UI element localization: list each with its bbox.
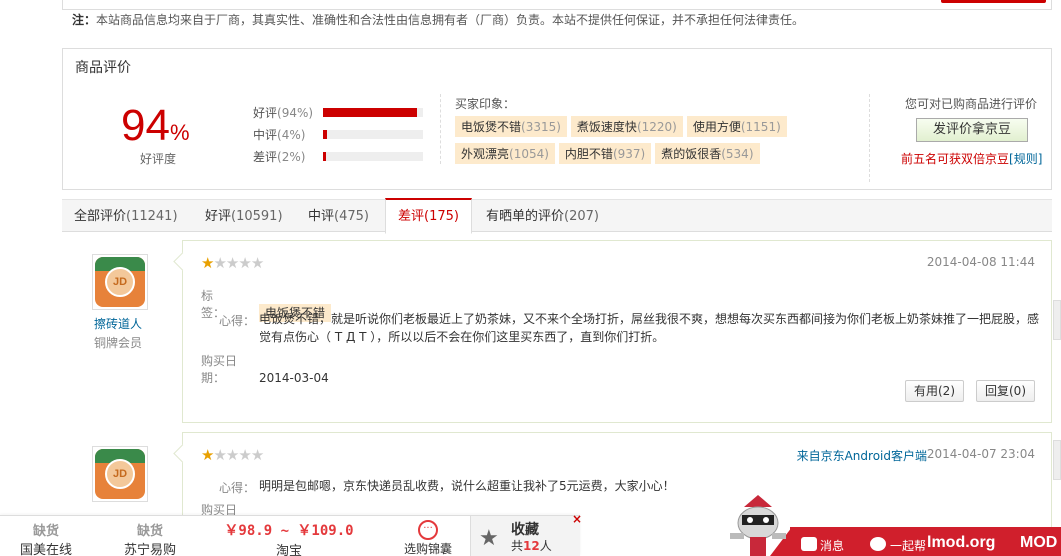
- review-date: 2014-04-07 23:04: [926, 447, 1035, 461]
- bar-track: [323, 107, 423, 117]
- content-key: 心得：: [218, 481, 255, 495]
- rating-bar-row: 中评(4%): [253, 123, 423, 145]
- reviewer: JD 擦砖道人 铜牌会员: [92, 254, 150, 351]
- review-card: ★★★★★ 2014-04-08 11:44 标 签： 电饭煲不错 心得： 电饭煲…: [182, 240, 1052, 423]
- review-source[interactable]: 来自京东Android客户端: [797, 447, 927, 464]
- bar-label: 中评(4%): [253, 127, 306, 142]
- price-compare-bar: 缺货 国美在线 缺货 苏宁易购 ￥98.9 ~ ￥109.0 淘宝 ··· 选购…: [0, 512, 582, 556]
- impression-tag[interactable]: 煮饭速度快(1220): [570, 116, 683, 137]
- price-item-suning[interactable]: 缺货 苏宁易购: [118, 516, 182, 556]
- impression-title: 买家印象：: [455, 97, 516, 111]
- reviewer: JD: [92, 446, 150, 502]
- divider: [440, 94, 441, 164]
- lmod-logo: lmod.org: [927, 534, 996, 551]
- tab-neutral[interactable]: 中评(475): [308, 200, 369, 233]
- rate-tip: 您可对已购商品进行评价: [905, 97, 1038, 111]
- star-filled-icon: ★: [201, 254, 214, 272]
- side-scroll-handle[interactable]: [1053, 300, 1061, 340]
- review-date: 2014-04-08 11:44: [926, 255, 1035, 269]
- star-filled-icon: ★: [201, 446, 214, 464]
- jd-coin-icon: JD: [105, 267, 135, 297]
- together-link[interactable]: 一起帮: [890, 537, 926, 554]
- star-rating: ★★★★★: [201, 446, 264, 464]
- mod-logo: MOD: [1020, 534, 1058, 551]
- bar-track: [323, 151, 423, 161]
- tab-all[interactable]: 全部评价(11241): [74, 200, 178, 233]
- shopping-guide[interactable]: ··· 选购锦囊: [398, 516, 458, 556]
- reviewer-name[interactable]: 擦砖道人: [86, 315, 150, 332]
- content-key: 心得：: [218, 314, 255, 328]
- impression-tag[interactable]: 内胆不错(937): [558, 143, 652, 164]
- bar-label: 好评(94%): [253, 105, 314, 120]
- good-rate-value: 94%: [121, 101, 190, 150]
- price-item-taobao[interactable]: ￥98.9 ~ ￥109.0 淘宝: [222, 516, 356, 556]
- bar-track: [323, 129, 423, 139]
- star-empty-icon: ★: [250, 446, 264, 464]
- star-empty-icon: ★: [225, 446, 239, 464]
- divider: [869, 94, 870, 182]
- tab-bad[interactable]: 差评(175): [385, 198, 472, 234]
- star-empty-icon: ★: [238, 254, 251, 272]
- rating-summary: 商品评价 94% 好评度 好评(94%) 中评(4%) 差评(2%) 买家印象： 电…: [62, 48, 1052, 190]
- disclaimer-notice: 注：本站商品信息均来自于厂商，其真实性、准确性和合法性由信息拥有者（厂商）负责。…: [72, 11, 804, 28]
- notice-text: 本站商品信息均来自于厂商，其真实性、准确性和合法性由信息拥有者（厂商）负责。本站…: [96, 13, 805, 27]
- message-icon[interactable]: [801, 537, 817, 551]
- side-scroll-handle[interactable]: [1053, 440, 1061, 480]
- chat-icon: ···: [418, 520, 438, 540]
- star-empty-icon: ★: [213, 254, 226, 272]
- write-review-button[interactable]: 发评价拿京豆: [916, 118, 1028, 142]
- top-panel-edge: [62, 0, 1052, 10]
- tab-good[interactable]: 好评(10591): [205, 200, 283, 233]
- rating-bars: 好评(94%) 中评(4%) 差评(2%): [253, 101, 423, 167]
- summary-title: 商品评价: [75, 60, 131, 76]
- useful-button[interactable]: 有用(2): [905, 380, 964, 402]
- collect-button[interactable]: ★ 收藏 共12人: [470, 516, 580, 556]
- top-button-edge[interactable]: [941, 0, 1046, 3]
- tab-with-photos[interactable]: 有晒单的评价(207): [486, 200, 599, 233]
- avatar[interactable]: JD: [92, 254, 148, 310]
- rating-bar-row: 好评(94%): [253, 101, 423, 123]
- bar-label: 差评(2%): [253, 149, 306, 164]
- good-rate-label: 好评度: [140, 152, 177, 166]
- buy-date-row: 购买日期： 2014-03-04: [201, 354, 329, 385]
- price-item-gome[interactable]: 缺货 国美在线: [14, 516, 78, 556]
- bar-fill: [323, 129, 327, 139]
- impression-tag[interactable]: 使用方便(1151): [686, 116, 787, 137]
- impression-tag[interactable]: 外观漂亮(1054): [455, 143, 555, 164]
- notice-label: 注：: [72, 13, 97, 27]
- star-empty-icon: ★: [250, 254, 264, 272]
- avatar[interactable]: JD: [92, 446, 148, 502]
- star-empty-icon: ★: [213, 446, 226, 464]
- review-content: 电饭煲不错，就是听说你们老板最近上了奶茶妹，又不来个全场打折，屌丝我很不爽，想想…: [259, 312, 1040, 344]
- review-tabs: 全部评价(11241) 好评(10591) 中评(475) 差评(175) 有晒…: [62, 198, 1052, 234]
- jd-coin-icon: JD: [105, 459, 135, 489]
- star-rating: ★★★★★: [201, 254, 264, 272]
- bar-fill: [323, 151, 326, 161]
- message-link[interactable]: 消息: [820, 537, 844, 554]
- reply-button[interactable]: 回复(0): [976, 380, 1035, 402]
- bar-fill: [323, 107, 417, 117]
- star-icon: ★: [479, 526, 499, 551]
- rating-bar-row: 差评(2%): [253, 145, 423, 167]
- mascot-icon: [730, 495, 786, 556]
- close-icon[interactable]: ×: [572, 512, 582, 526]
- review-content: 明明是包邮嗯，京东快递员乱收费，说什么超重让我补了5元运费，大家小心！: [259, 479, 675, 493]
- star-empty-icon: ★: [225, 254, 239, 272]
- impression-tag[interactable]: 电饭煲不错(3315): [455, 116, 567, 137]
- rules-link[interactable]: [规则]: [1009, 152, 1042, 166]
- bonus-text: 前五名可获双倍京豆[规则]: [901, 152, 1043, 166]
- reviewer-level: 铜牌会员: [93, 336, 142, 350]
- help-icon[interactable]: [870, 537, 886, 551]
- star-empty-icon: ★: [238, 446, 251, 464]
- impression-tag[interactable]: 煮的饭很香(534): [655, 143, 760, 164]
- impression-tags: 电饭煲不错(3315) 煮饭速度快(1220) 使用方便(1151) 外观漂亮(105…: [455, 116, 795, 170]
